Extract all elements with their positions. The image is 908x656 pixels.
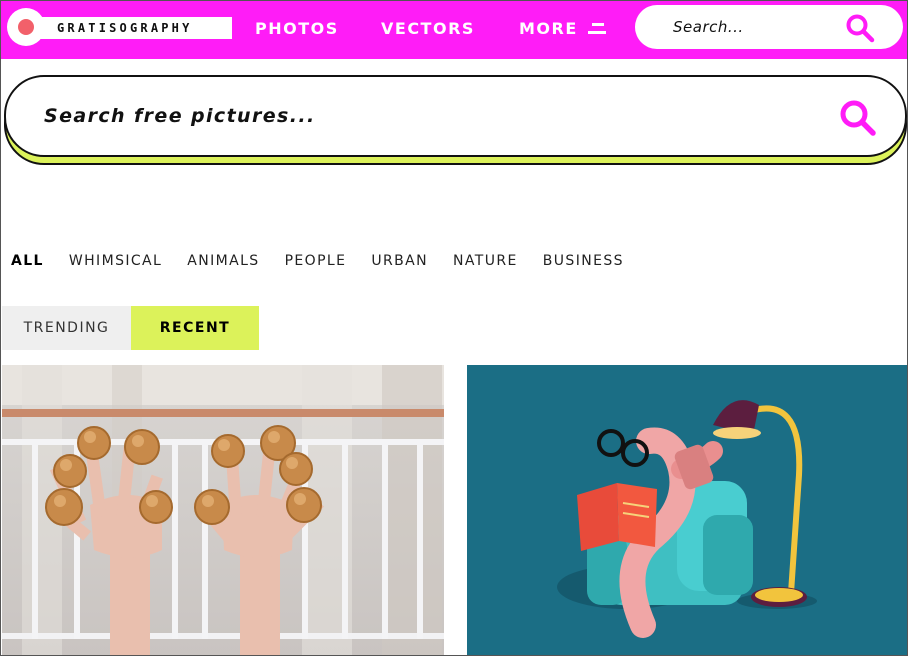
- nav-vectors[interactable]: VECTORS: [381, 19, 475, 38]
- logo-text: GRATISOGRAPHY: [57, 21, 193, 35]
- menu-icon: [587, 22, 606, 35]
- tab-recent[interactable]: RECENT: [131, 306, 259, 350]
- search-icon[interactable]: [845, 13, 875, 43]
- category-business[interactable]: BUSINESS: [543, 253, 624, 269]
- nav-more-label: MORE: [519, 19, 578, 38]
- main-search-placeholder: Search free pictures...: [44, 105, 316, 127]
- gallery-photo-cream-puff-hands[interactable]: [2, 365, 444, 655]
- category-all[interactable]: ALL: [11, 253, 44, 269]
- sort-tabs: TRENDING RECENT: [2, 306, 259, 350]
- category-animals[interactable]: ANIMALS: [187, 253, 259, 269]
- main-search-input[interactable]: Search free pictures...: [4, 75, 907, 157]
- category-urban[interactable]: URBAN: [371, 253, 428, 269]
- category-whimsical[interactable]: WHIMSICAL: [69, 253, 162, 269]
- tab-trending[interactable]: TRENDING: [2, 306, 131, 350]
- category-filter-bar: ALL WHIMSICAL ANIMALS PEOPLE URBAN NATUR…: [11, 253, 649, 269]
- header-search-placeholder: Search...: [673, 18, 744, 36]
- nav-more[interactable]: MORE: [519, 19, 606, 38]
- gallery-vector-reading-worm[interactable]: [467, 365, 907, 655]
- site-logo[interactable]: GRATISOGRAPHY: [7, 8, 233, 46]
- search-icon[interactable]: [839, 99, 877, 137]
- category-nature[interactable]: NATURE: [453, 253, 518, 269]
- header-search-input[interactable]: Search...: [635, 5, 903, 49]
- reading-worm-image: [467, 365, 907, 655]
- logo-dot-icon: [7, 8, 45, 46]
- cream-puff-hands-image: [2, 365, 444, 655]
- top-nav-bar: GRATISOGRAPHY PHOTOS VECTORS MORE Search…: [1, 1, 907, 59]
- nav-photos[interactable]: PHOTOS: [255, 19, 339, 38]
- category-people[interactable]: PEOPLE: [285, 253, 347, 269]
- logo-wordmark-box: GRATISOGRAPHY: [25, 17, 232, 39]
